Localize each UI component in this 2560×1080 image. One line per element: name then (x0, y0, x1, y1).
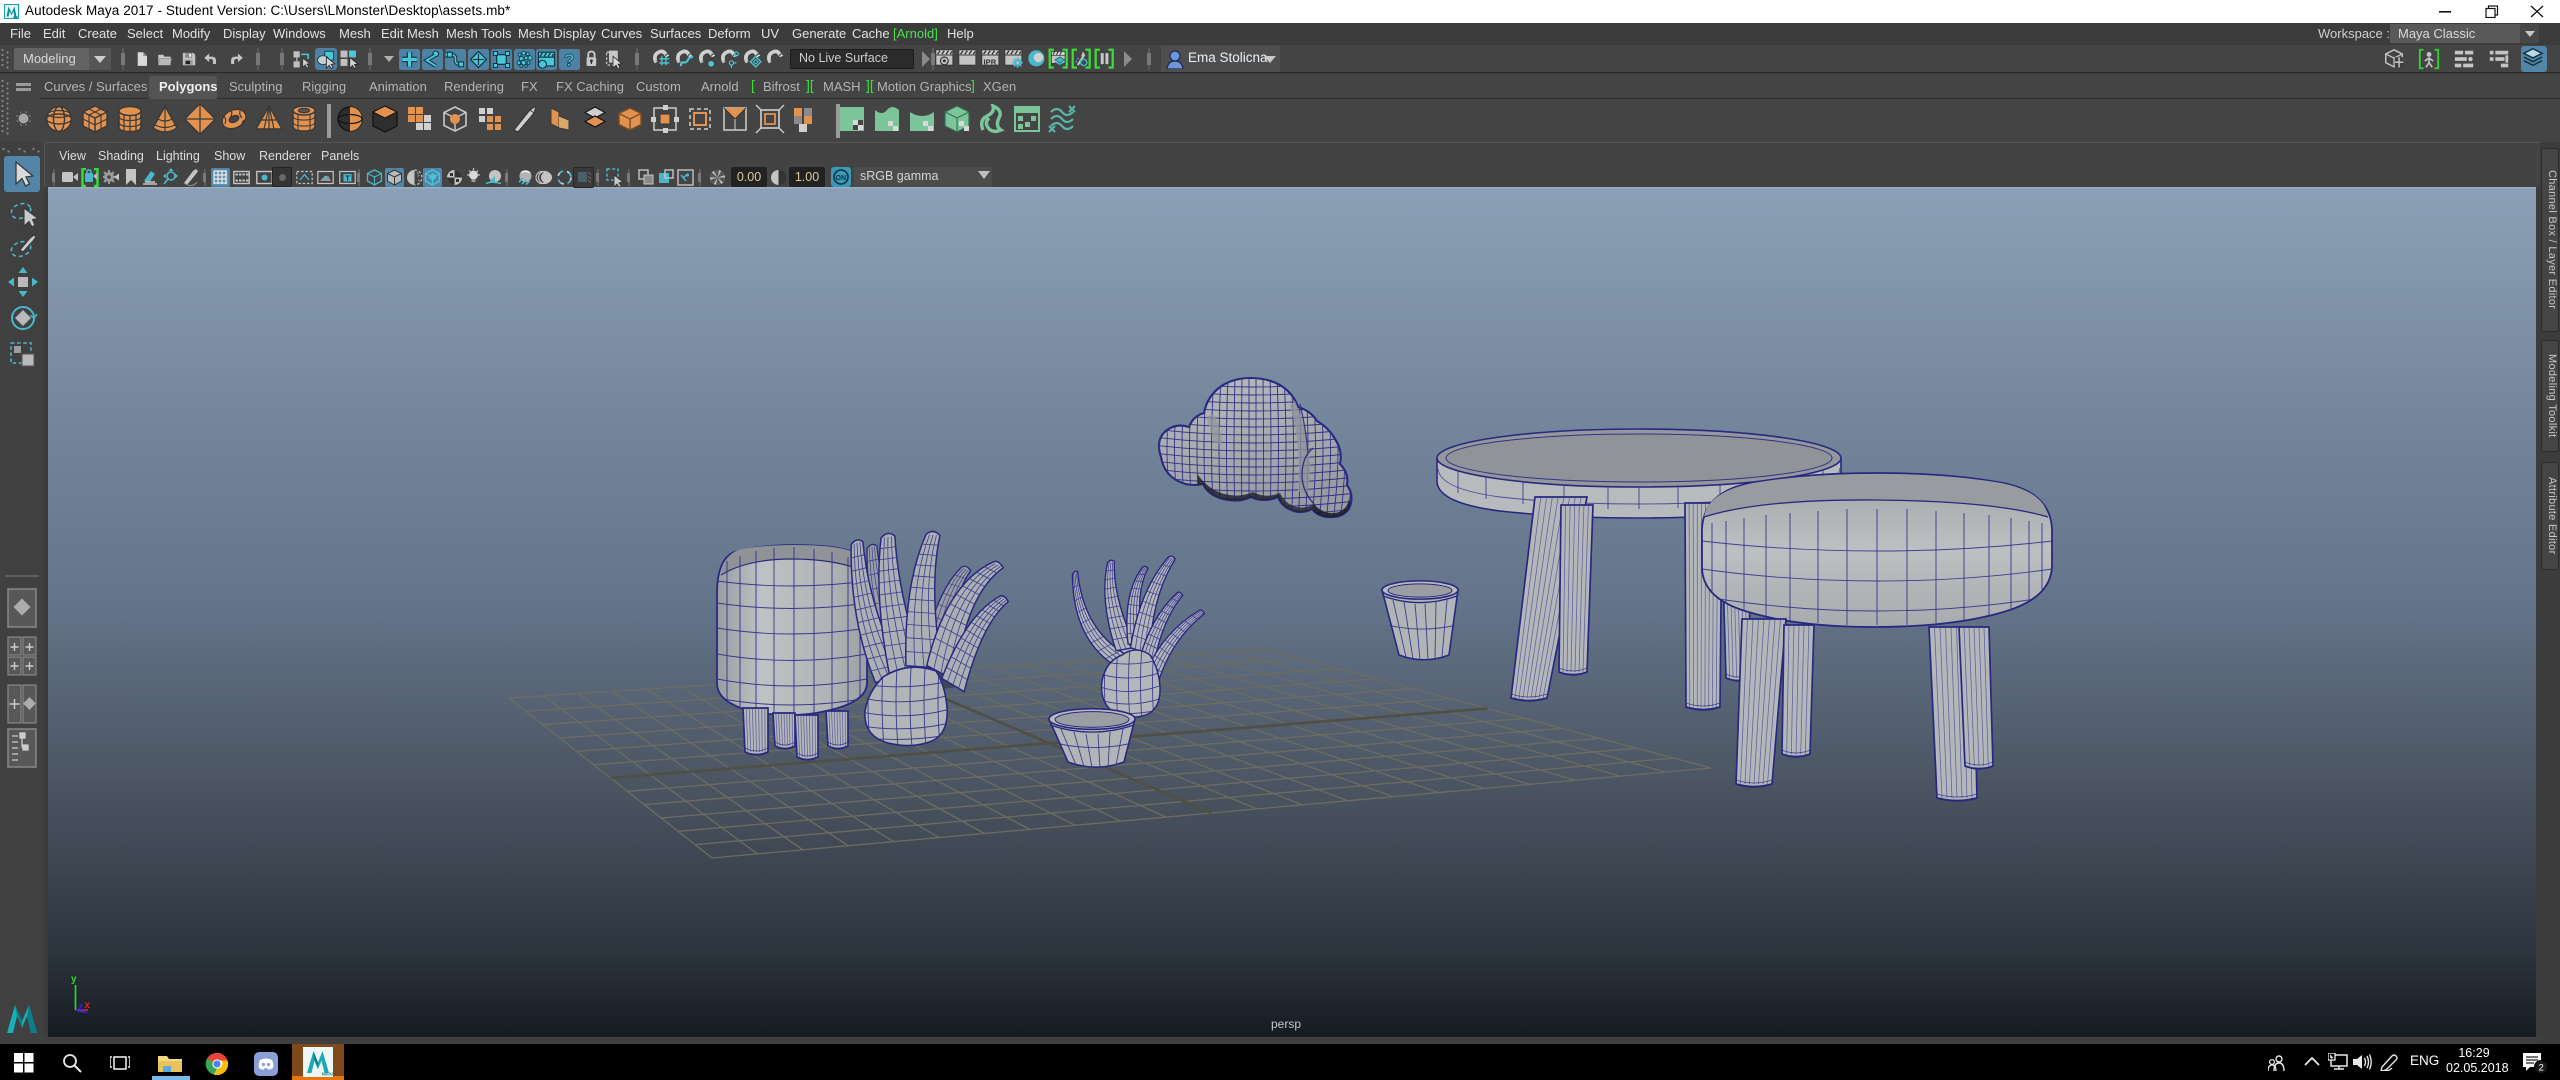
svg-text:x: x (85, 1000, 91, 1011)
svg-text:2: 2 (2539, 1063, 2544, 1074)
svg-text:IPR: IPR (984, 57, 997, 66)
svg-text:z: z (78, 1002, 83, 1013)
svg-text:y: y (71, 974, 77, 985)
svg-text:?: ? (564, 49, 575, 69)
svg-text:ON: ON (836, 175, 847, 182)
svg-text:MAYA: MAYA (322, 1072, 333, 1077)
svg-text:persp: persp (1271, 1017, 1301, 1031)
svg-text:T: T (345, 174, 350, 183)
